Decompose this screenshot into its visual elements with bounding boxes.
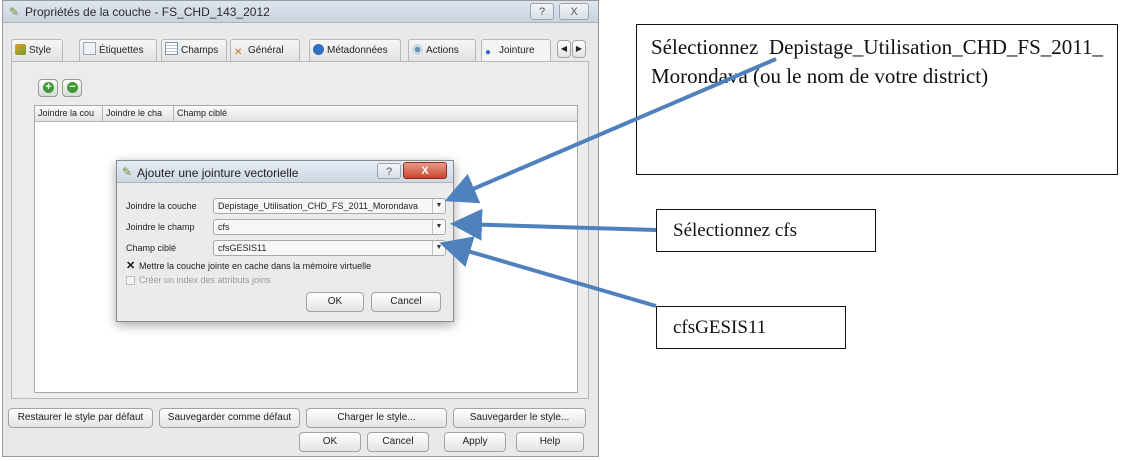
callout-arrows — [439, 57, 777, 308]
arrow-to-join-layer — [444, 57, 777, 204]
arrow-to-target-field — [439, 236, 657, 308]
arrow-to-join-field — [450, 208, 657, 241]
